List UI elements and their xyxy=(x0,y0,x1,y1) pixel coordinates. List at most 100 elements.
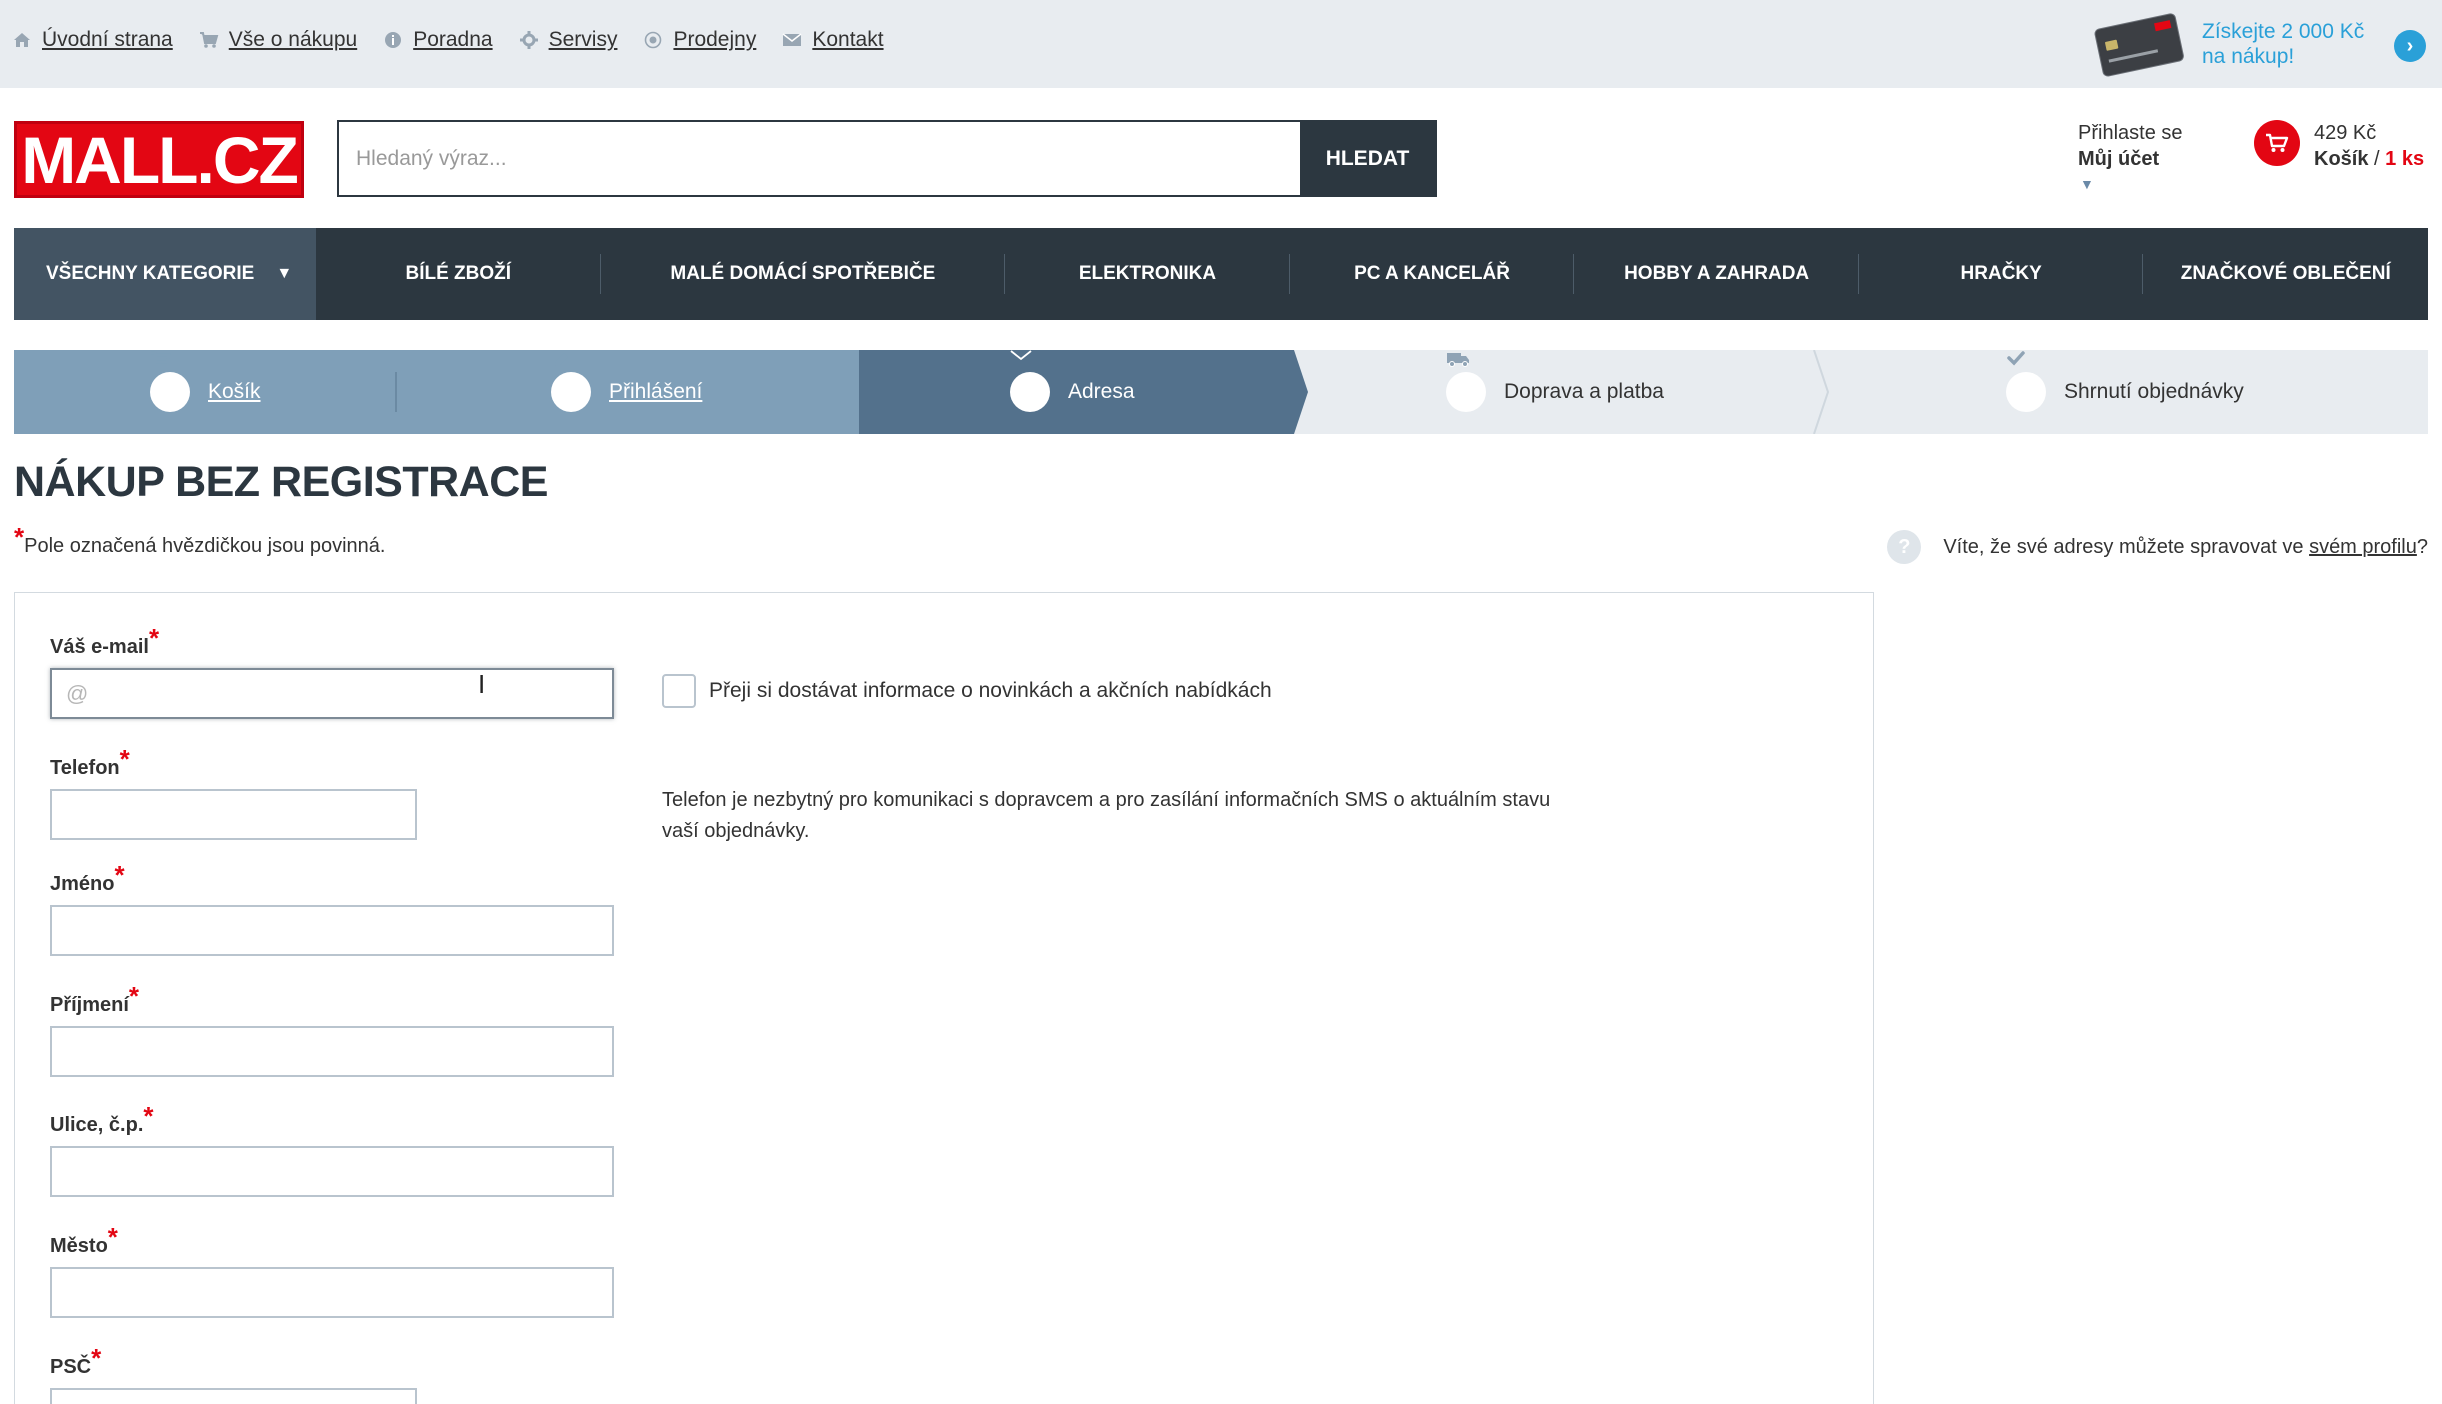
nav-item-pc-office[interactable]: PC A KANCELÁŘ xyxy=(1290,228,1575,320)
text-cursor-icon: I xyxy=(478,669,486,699)
toplink-shopping-info[interactable]: Vše o nákupu xyxy=(199,28,357,52)
profile-link[interactable]: svém profilu xyxy=(2309,536,2417,559)
cart-price: 429 Kč xyxy=(2314,122,2377,144)
promo-banner[interactable]: Získejte 2 000 Kč na nákup! › xyxy=(2092,8,2432,80)
mall-logo[interactable]: MALL.CZ xyxy=(14,121,304,198)
info-icon xyxy=(383,30,403,50)
zip-label: PSČ* xyxy=(50,1343,101,1380)
required-star: * xyxy=(114,860,125,890)
email-label: Váš e-mail* xyxy=(50,623,159,660)
required-fields-note: *Pole označená hvězdičkou jsou povinná. xyxy=(14,522,386,559)
promo-text[interactable]: Získejte 2 000 Kč na nákup! xyxy=(2202,19,2392,69)
cart-count-line: Košík / 1 ks xyxy=(2314,146,2424,172)
nav-item-white-goods[interactable]: BÍLÉ ZBOŽÍ xyxy=(316,228,601,320)
search-input[interactable] xyxy=(339,122,1300,195)
home-icon xyxy=(12,30,32,50)
page-title: NÁKUP BEZ REGISTRACE xyxy=(14,458,548,506)
first-name-field[interactable] xyxy=(50,905,614,956)
last-name-field[interactable] xyxy=(50,1026,614,1077)
last-name-label-text: Příjmení xyxy=(50,994,129,1016)
envelope-icon xyxy=(782,30,802,50)
email-label-text: Váš e-mail xyxy=(50,636,149,658)
login-link[interactable]: Přihlaste se xyxy=(2078,120,2208,146)
required-star: * xyxy=(143,1101,154,1131)
phone-field[interactable] xyxy=(50,789,417,840)
top-links: Úvodní strana Vše o nákupu Poradna Servi… xyxy=(12,28,910,52)
promo-line-1: Získejte 2 000 Kč xyxy=(2202,20,2365,43)
checkout-steps: Košík Přihlášení Adresa Doprava a platba… xyxy=(14,350,2428,434)
main-category-nav: VŠECHNY KATEGORIE ▼ BÍLÉ ZBOŽÍ MALÉ DOMÁ… xyxy=(14,228,2428,320)
question-icon: ? xyxy=(1887,530,1922,564)
tip-suffix: ? xyxy=(2416,535,2428,558)
promo-line-2: na nákup! xyxy=(2202,45,2295,68)
phone-label: Telefon* xyxy=(50,744,130,781)
street-label-text: Ulice, č.p. xyxy=(50,1114,144,1136)
first-name-label: Jméno* xyxy=(50,860,125,897)
my-account-link[interactable]: Můj účet xyxy=(2078,146,2208,172)
cart-icon xyxy=(150,351,190,412)
city-label: Město* xyxy=(50,1222,118,1259)
required-star: * xyxy=(119,744,130,774)
toplink-label[interactable]: Úvodní strana xyxy=(42,28,173,52)
required-star: * xyxy=(107,1222,118,1252)
cart-label: Košík xyxy=(2314,148,2369,170)
required-note-text: Pole označená hvězdičkou jsou povinná. xyxy=(24,535,386,557)
nav-item-hobby-garden[interactable]: HOBBY A ZAHRADA xyxy=(1574,228,1859,320)
nav-item-brand-clothing[interactable]: ZNAČKOVÉ OBLEČENÍ xyxy=(2143,228,2428,320)
chevron-right-icon[interactable]: › xyxy=(2394,30,2426,62)
toplink-label[interactable]: Poradna xyxy=(413,28,492,52)
cart-widget[interactable]: 429 Kč Košík / 1 ks xyxy=(2254,120,2424,172)
checkout-form: Váš e-mail* I Přeji si dostávat informac… xyxy=(14,592,1874,1404)
required-star: * xyxy=(148,623,160,653)
step-label[interactable]: Košík xyxy=(208,380,261,404)
nav-item-small-appliances[interactable]: MALÉ DOMÁCÍ SPOTŘEBIČE xyxy=(601,228,1006,320)
step-address: Adresa xyxy=(1010,350,1135,434)
location-icon xyxy=(643,30,663,50)
account-menu[interactable]: Přihlaste se Můj účet ▼ xyxy=(2078,120,2208,192)
cart-count: 1 ks xyxy=(2385,148,2425,170)
toplink-label[interactable]: Kontakt xyxy=(812,28,883,52)
caret-down-icon[interactable]: ▼ xyxy=(2080,176,2208,192)
zip-field[interactable] xyxy=(50,1388,417,1404)
toplink-label[interactable]: Servisy xyxy=(549,28,618,52)
step-order-summary: Shrnutí objednávky xyxy=(2006,350,2244,434)
cart-icon xyxy=(199,30,219,50)
email-field[interactable] xyxy=(50,668,614,719)
truck-icon xyxy=(1446,353,1486,412)
search-button[interactable]: HLEDAT xyxy=(1300,122,1435,195)
check-icon xyxy=(2006,351,2046,412)
zip-label-text: PSČ xyxy=(50,1356,92,1378)
dropdown-arrow-icon: ▼ xyxy=(276,265,293,282)
nav-item-electronics[interactable]: ELEKTRONIKA xyxy=(1005,228,1290,320)
city-field[interactable] xyxy=(50,1267,614,1318)
newsletter-checkbox[interactable] xyxy=(662,674,696,708)
toplink-advice[interactable]: Poradna xyxy=(383,28,493,52)
search-bar: HLEDAT xyxy=(337,120,1437,197)
cart-summary[interactable]: 429 Kč Košík / 1 ks xyxy=(2314,120,2424,172)
cart-separator: / xyxy=(2368,148,2386,170)
toplink-label[interactable]: Vše o nákupu xyxy=(229,28,357,52)
step-label[interactable]: Přihlášení xyxy=(609,380,702,404)
step-login[interactable]: Přihlášení xyxy=(551,350,702,434)
tip-text: Víte, že své adresy můžete spravovat ve xyxy=(1943,535,2310,558)
phone-label-text: Telefon xyxy=(50,757,120,779)
toplink-contact[interactable]: Kontakt xyxy=(782,28,884,52)
nav-all-categories-label: VŠECHNY KATEGORIE xyxy=(46,263,255,284)
phone-help-text: Telefon je nezbytný pro komunikaci s dop… xyxy=(662,789,1551,842)
first-name-label-text: Jméno xyxy=(50,873,115,895)
toplink-label[interactable]: Prodejny xyxy=(673,28,756,52)
required-star: * xyxy=(91,1343,102,1373)
gear-icon xyxy=(519,30,539,50)
toplink-home[interactable]: Úvodní strana xyxy=(12,28,173,52)
step-label: Adresa xyxy=(1068,380,1135,403)
toplink-services[interactable]: Servisy xyxy=(519,28,618,52)
required-star: * xyxy=(14,522,25,552)
envelope-icon xyxy=(1010,350,1050,412)
nav-item-toys[interactable]: HRAČKY xyxy=(1859,228,2144,320)
toplink-stores[interactable]: Prodejny xyxy=(643,28,756,52)
step-cart[interactable]: Košík xyxy=(150,350,261,434)
cart-icon[interactable] xyxy=(2254,120,2300,166)
nav-all-categories[interactable]: VŠECHNY KATEGORIE ▼ xyxy=(14,228,316,320)
street-field[interactable] xyxy=(50,1146,614,1197)
newsletter-label[interactable]: Přeji si dostávat informace o novinkách … xyxy=(709,679,1272,703)
